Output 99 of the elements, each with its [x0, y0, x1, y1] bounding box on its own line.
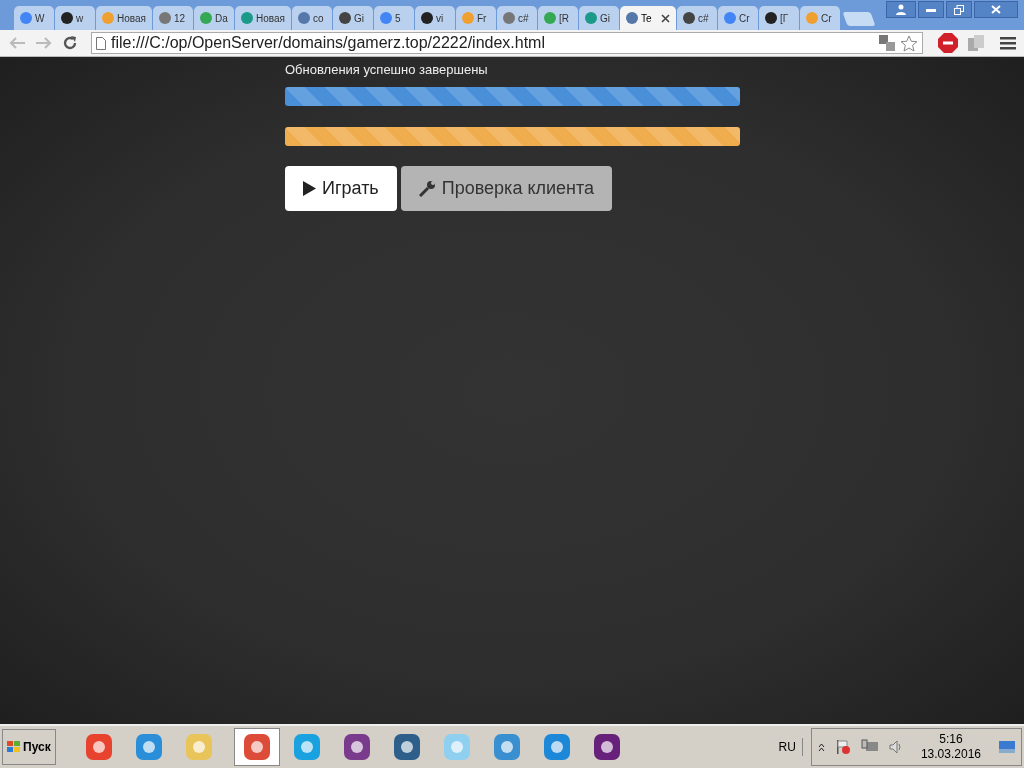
browser-tab[interactable]: Da — [193, 6, 234, 30]
app-icon — [133, 732, 164, 762]
play-icon — [303, 181, 316, 196]
tab-title: Новая — [117, 11, 146, 26]
tab-title: Da — [214, 11, 228, 26]
wrench-icon — [418, 180, 436, 197]
menu-icon[interactable] — [1000, 36, 1016, 50]
profile-button[interactable] — [886, 1, 916, 18]
taskbar-app[interactable] — [233, 728, 280, 766]
close-icon[interactable] — [660, 13, 670, 23]
favicon-icon — [461, 12, 474, 24]
tab-title: w — [76, 11, 84, 26]
favicon-icon — [584, 12, 597, 24]
speaker-icon[interactable] — [888, 740, 903, 754]
app-icon — [183, 732, 214, 762]
start-button[interactable]: Пуск — [2, 729, 56, 765]
tab-title: vi — [435, 11, 444, 26]
close-window-button[interactable] — [974, 1, 1018, 18]
flag-icon[interactable] — [834, 739, 851, 755]
favicon-icon — [805, 12, 818, 24]
tab-title: c# — [697, 11, 709, 26]
favicon-icon — [338, 12, 351, 24]
app-icon — [341, 732, 372, 762]
reload-icon[interactable] — [62, 35, 78, 51]
minimize-icon — [926, 7, 936, 12]
browser-tab[interactable]: w — [55, 6, 95, 30]
browser-tab[interactable]: co — [291, 6, 332, 30]
browser-tab[interactable]: Gi — [578, 6, 619, 30]
person-icon — [896, 4, 906, 15]
browser-tab[interactable]: Fr — [455, 6, 496, 30]
app-icon — [83, 732, 114, 762]
play-button[interactable]: Играть — [285, 166, 397, 211]
app-icon — [391, 732, 422, 762]
minimize-button[interactable] — [918, 1, 944, 18]
favicon-icon — [61, 12, 73, 24]
browser-tab[interactable]: [Г — [758, 6, 799, 30]
favicon-icon — [420, 12, 433, 24]
app-icon — [591, 732, 622, 762]
browser-tab[interactable]: Новая — [96, 6, 152, 30]
browser-tab[interactable]: Te — [619, 6, 676, 30]
favicon-icon — [379, 12, 392, 24]
browser-tab[interactable]: [R — [537, 6, 578, 30]
tab-title: W — [35, 11, 45, 26]
browser-tab[interactable]: vi — [414, 6, 455, 30]
status-text: Обновления успешно завершены — [285, 62, 489, 77]
check-client-button[interactable]: Проверка клиента — [400, 166, 613, 211]
app-icon — [241, 732, 272, 762]
favicon-icon — [764, 12, 777, 24]
tab-title: Новая — [255, 11, 285, 26]
favicon-icon — [297, 12, 310, 24]
tab-title: c# — [517, 11, 529, 26]
tab-title: 12 — [173, 11, 186, 26]
app-icon — [291, 732, 322, 762]
favicon-icon — [199, 12, 212, 24]
tab-title: Fr — [476, 11, 487, 26]
favicon-icon — [723, 12, 736, 24]
favicon-icon — [625, 12, 638, 24]
address-bar[interactable]: file:///C:/op/OpenServer/domains/gamerz.top/2222/index.html — [91, 32, 923, 54]
app-icon — [541, 732, 572, 762]
tab-title: Gi — [353, 11, 364, 26]
app-icon — [441, 732, 472, 762]
tab-title: 5 — [394, 11, 401, 26]
favicon-icon — [682, 12, 695, 24]
url-text: file:///C:/op/OpenServer/domains/gamerz.top/2222/index.html — [111, 33, 545, 53]
favicon-icon — [240, 12, 253, 24]
tab-title: [Г — [779, 11, 789, 26]
tab-title: Te — [640, 11, 652, 26]
favicon-icon — [102, 12, 114, 24]
browser-tab[interactable]: c# — [676, 6, 717, 30]
app-icon — [491, 732, 522, 762]
browser-tab[interactable]: Cr — [799, 6, 840, 30]
tab-title: Cr — [820, 11, 832, 26]
browser-tab[interactable]: 12 — [152, 6, 193, 30]
restore-button[interactable] — [946, 1, 972, 18]
browser-tab[interactable]: Новая — [234, 6, 291, 30]
browser-tab[interactable]: Gi — [332, 6, 373, 30]
favicon-icon — [20, 12, 32, 24]
tab-title: Gi — [599, 11, 610, 26]
star-icon[interactable] — [900, 34, 918, 52]
clock-date: 13.03.2016 — [920, 747, 981, 762]
browser-tab[interactable]: 5 — [373, 6, 414, 30]
browser-tab[interactable]: Cr — [717, 6, 758, 30]
page-icon — [96, 36, 106, 50]
tab-title: [R — [558, 11, 569, 26]
chevron-up-icon[interactable] — [817, 742, 825, 752]
tab-title: Cr — [738, 11, 750, 26]
extension-icon[interactable] — [967, 34, 985, 52]
close-icon — [991, 5, 1001, 14]
browser-tab[interactable]: W — [14, 6, 54, 30]
language-indicator[interactable]: RU — [778, 738, 803, 756]
tab-title: co — [312, 11, 324, 26]
favicon-icon — [502, 12, 515, 24]
favicon-icon — [158, 12, 171, 24]
stop-sign-icon[interactable] — [938, 33, 958, 53]
favicon-icon — [543, 12, 556, 24]
windows-logo-icon — [7, 741, 21, 753]
restore-icon — [954, 4, 964, 15]
clock-time: 5:16 — [939, 732, 963, 747]
browser-tab[interactable]: c# — [496, 6, 537, 30]
